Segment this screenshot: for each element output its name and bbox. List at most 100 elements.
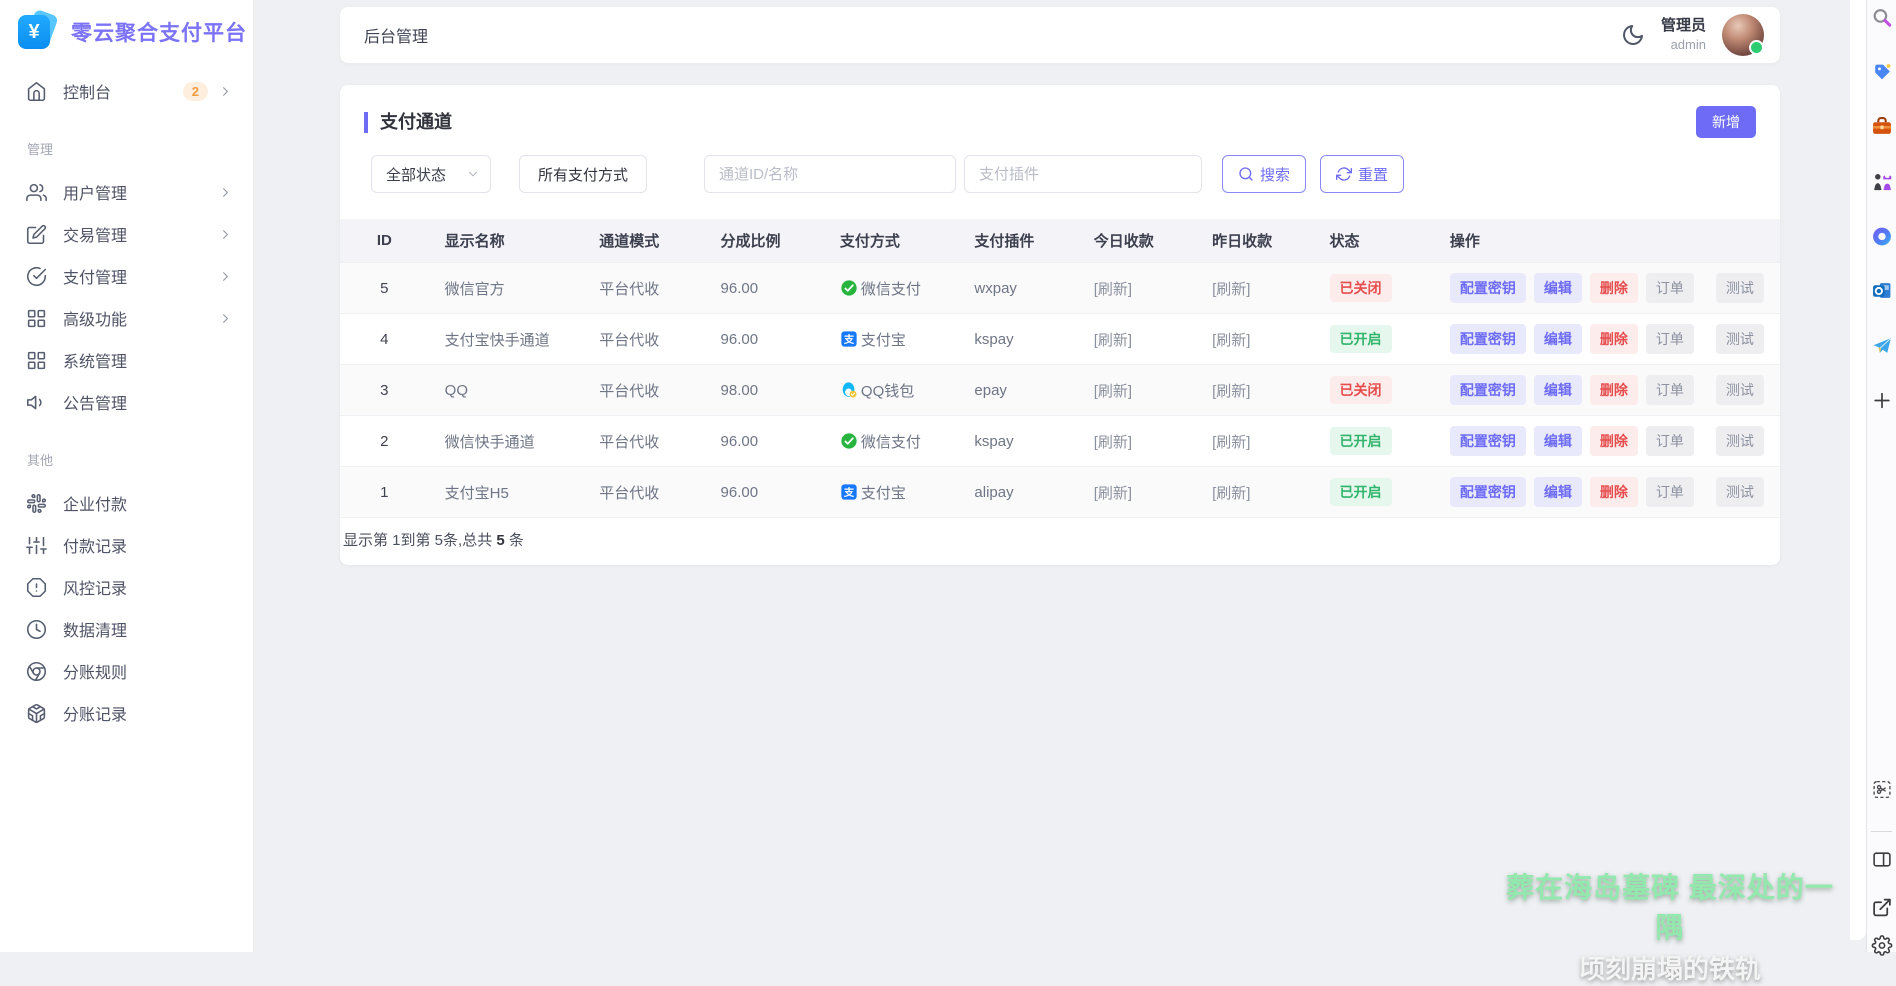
rail-split-view-icon[interactable] <box>1871 849 1892 870</box>
cell-id: 1 <box>340 467 429 518</box>
clock-icon <box>26 619 47 640</box>
refresh-yesterday-link[interactable]: [刷新] <box>1212 281 1250 298</box>
cell-channel-mode: 平台代收 <box>583 467 704 518</box>
cell-pay-method: 微信支付 <box>824 416 959 467</box>
rail-chess-icon[interactable] <box>1871 171 1892 192</box>
order-button[interactable]: 订单 <box>1646 426 1694 456</box>
cell-plugin: kspay <box>958 416 1077 467</box>
refresh-today-link[interactable]: [刷新] <box>1094 332 1132 349</box>
dark-mode-toggle[interactable] <box>1621 23 1645 47</box>
chevron-right-icon <box>218 311 233 326</box>
svg-text:支: 支 <box>843 333 855 346</box>
rail-tag-icon[interactable] <box>1871 62 1892 83</box>
users-icon <box>26 182 47 203</box>
sidebar-item-风控记录[interactable]: 风控记录 <box>0 566 253 608</box>
test-button[interactable]: 测试 <box>1716 324 1764 354</box>
sidebar-item-分账记录[interactable]: 分账记录 <box>0 692 253 734</box>
sidebar-item-企业付款[interactable]: 企业付款 <box>0 482 253 524</box>
sidebar-item-公告管理[interactable]: 公告管理 <box>0 381 253 423</box>
refresh-today-link[interactable]: [刷新] <box>1094 485 1132 502</box>
sidebar: ¥ 零云聚合支付平台 控制台2管理用户管理交易管理支付管理高级功能系统管理公告管… <box>0 0 254 952</box>
channel-id-input[interactable] <box>704 155 956 193</box>
cell-id: 5 <box>340 263 429 314</box>
rail-search-icon[interactable] <box>1871 7 1892 28</box>
edit-button[interactable]: 编辑 <box>1534 375 1582 405</box>
home-icon <box>26 81 47 102</box>
search-button[interactable]: 搜索 <box>1222 155 1306 193</box>
refresh-yesterday-link[interactable]: [刷新] <box>1212 485 1250 502</box>
cell-channel-mode: 平台代收 <box>583 314 704 365</box>
search-icon <box>1238 166 1254 182</box>
sidebar-section-label: 其他 <box>0 423 253 482</box>
delete-button[interactable]: 删除 <box>1590 375 1638 405</box>
avatar[interactable] <box>1722 14 1764 56</box>
edit-button[interactable]: 编辑 <box>1534 477 1582 507</box>
order-button[interactable]: 订单 <box>1646 375 1694 405</box>
reset-button-label: 重置 <box>1358 164 1388 185</box>
plugin-input[interactable] <box>964 155 1202 193</box>
cell-channel-mode: 平台代收 <box>583 365 704 416</box>
sidebar-item-数据清理[interactable]: 数据清理 <box>0 608 253 650</box>
cell-channel-mode: 平台代收 <box>583 416 704 467</box>
configure-key-button[interactable]: 配置密钥 <box>1450 426 1526 456</box>
configure-key-button[interactable]: 配置密钥 <box>1450 477 1526 507</box>
order-button[interactable]: 订单 <box>1646 477 1694 507</box>
delete-button[interactable]: 删除 <box>1590 477 1638 507</box>
sidebar-item-高级功能[interactable]: 高级功能 <box>0 297 253 339</box>
scrollbar-track[interactable] <box>1850 0 1866 940</box>
delete-button[interactable]: 删除 <box>1590 273 1638 303</box>
user-menu[interactable]: 管理员 admin <box>1661 17 1706 53</box>
rail-telegram-icon[interactable] <box>1871 335 1892 356</box>
sidebar-item-系统管理[interactable]: 系统管理 <box>0 339 253 381</box>
order-button[interactable]: 订单 <box>1646 324 1694 354</box>
search-button-label: 搜索 <box>1260 164 1290 185</box>
sidebar-item-用户管理[interactable]: 用户管理 <box>0 171 253 213</box>
test-button[interactable]: 测试 <box>1716 273 1764 303</box>
refresh-yesterday-link[interactable]: [刷新] <box>1212 383 1250 400</box>
brand: ¥ 零云聚合支付平台 <box>0 0 253 60</box>
refresh-today-link[interactable]: [刷新] <box>1094 281 1132 298</box>
delete-button[interactable]: 删除 <box>1590 426 1638 456</box>
column-header-显示名称: 显示名称 <box>429 219 584 263</box>
method-select[interactable]: 所有支付方式 <box>519 155 647 193</box>
rail-toolbox-icon[interactable] <box>1871 116 1892 137</box>
cell-plugin: epay <box>958 365 1077 416</box>
table-header-row: ID显示名称通道模式分成比例支付方式支付插件今日收款昨日收款状态操作 <box>340 219 1780 263</box>
delete-button[interactable]: 删除 <box>1590 324 1638 354</box>
refresh-today-link[interactable]: [刷新] <box>1094 383 1132 400</box>
rail-outlook-icon[interactable] <box>1871 280 1892 301</box>
edit-button[interactable]: 编辑 <box>1534 273 1582 303</box>
configure-key-button[interactable]: 配置密钥 <box>1450 375 1526 405</box>
refresh-today-link[interactable]: [刷新] <box>1094 434 1132 451</box>
sidebar-item-label: 高级功能 <box>63 306 218 330</box>
test-button[interactable]: 测试 <box>1716 477 1764 507</box>
sidebar-item-付款记录[interactable]: 付款记录 <box>0 524 253 566</box>
sidebar-item-支付管理[interactable]: 支付管理 <box>0 255 253 297</box>
edit-button[interactable]: 编辑 <box>1534 324 1582 354</box>
add-button[interactable]: 新增 <box>1696 106 1756 138</box>
column-header-今日收款: 今日收款 <box>1078 219 1196 263</box>
sidebar-item-交易管理[interactable]: 交易管理 <box>0 213 253 255</box>
rail-settings-icon[interactable] <box>1871 935 1892 956</box>
subtitle-line-1: 葬在海岛墓碑 最深处的一隅 <box>1495 866 1845 946</box>
rail-external-link-icon[interactable] <box>1871 897 1892 918</box>
configure-key-button[interactable]: 配置密钥 <box>1450 324 1526 354</box>
configure-key-button[interactable]: 配置密钥 <box>1450 273 1526 303</box>
test-button[interactable]: 测试 <box>1716 426 1764 456</box>
refresh-yesterday-link[interactable]: [刷新] <box>1212 332 1250 349</box>
order-button[interactable]: 订单 <box>1646 273 1694 303</box>
sidebar-item-分账规则[interactable]: 分账规则 <box>0 650 253 692</box>
sidebar-item-label: 支付管理 <box>63 264 218 288</box>
rail-copilot-icon[interactable] <box>1871 226 1892 247</box>
rail-snip-icon[interactable] <box>1871 779 1892 800</box>
test-button[interactable]: 测试 <box>1716 375 1764 405</box>
sidebar-item-控制台[interactable]: 控制台2 <box>0 70 253 112</box>
volume-icon <box>26 392 47 413</box>
table-row: 1支付宝H5平台代收96.00支支付宝alipay[刷新][刷新]已开启配置密钥… <box>340 467 1780 518</box>
method-select-value: 所有支付方式 <box>538 164 628 185</box>
edit-button[interactable]: 编辑 <box>1534 426 1582 456</box>
reset-button[interactable]: 重置 <box>1320 155 1404 193</box>
rail-plus-icon[interactable] <box>1871 390 1892 411</box>
status-select[interactable]: 全部状态 <box>371 155 491 193</box>
refresh-yesterday-link[interactable]: [刷新] <box>1212 434 1250 451</box>
